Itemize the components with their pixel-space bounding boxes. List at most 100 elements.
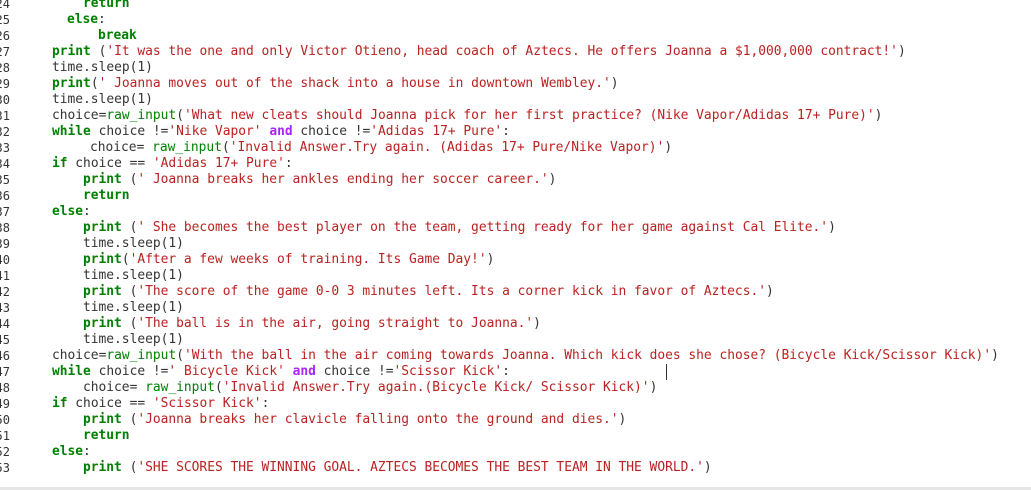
code-line[interactable]: return	[83, 188, 130, 204]
code-token: (	[121, 316, 138, 331]
keyword-token: return	[83, 428, 130, 443]
string-token: 'After a few weeks of training. Its Game…	[129, 252, 487, 267]
string-token: 'Invalid Answer.Try again.(Bicycle Kick/…	[222, 380, 650, 395]
keyword-token: print	[83, 412, 122, 427]
code-line[interactable]: else:	[52, 204, 91, 220]
code-token: time.sleep(1)	[83, 332, 184, 347]
code-line[interactable]: if choice == 'Adidas 17+ Pure':	[52, 156, 293, 172]
code-line[interactable]: print ('The score of the game 0-0 3 minu…	[83, 284, 774, 300]
text-cursor	[666, 364, 667, 380]
string-token: 'SHE SCORES THE WINNING GOAL. AZTECS BEC…	[137, 460, 704, 475]
code-token: (	[176, 348, 184, 363]
code-line[interactable]: print ('SHE SCORES THE WINNING GOAL. AZT…	[83, 460, 712, 476]
code-line[interactable]: choice= raw_input('Invalid Answer.Try ag…	[83, 380, 657, 396]
code-token: (	[176, 108, 184, 123]
code-token: time.sleep(1)	[83, 236, 184, 251]
code-line[interactable]: else:	[67, 12, 106, 28]
string-token: 'Invalid Answer.Try again. (Adidas 17+ P…	[229, 140, 665, 155]
keyword-token: print	[83, 284, 122, 299]
code-line[interactable]: print(' Joanna moves out of the shack in…	[52, 76, 619, 92]
string-token: 'Adidas 17+ Pure'	[152, 156, 285, 171]
code-token: choice !=	[90, 124, 169, 139]
code-token: )	[897, 44, 906, 59]
code-line[interactable]: return	[83, 428, 130, 444]
string-token: 'The score of the game 0-0 3 minutes lef…	[137, 284, 766, 299]
code-token: choice=	[52, 348, 107, 363]
code-token: )	[548, 172, 557, 187]
code-line[interactable]: print('After a few weeks of training. It…	[83, 252, 494, 268]
code-line[interactable]: time.sleep(1)	[83, 300, 184, 316]
code-line[interactable]: choice=raw_input('With the ball in the a…	[52, 348, 999, 364]
code-line[interactable]: print ('The ball is in the air, going st…	[83, 316, 541, 332]
code-token: )	[649, 380, 658, 395]
code-area[interactable]: return else: break print ('It was the one a…	[0, 0, 1031, 490]
code-line[interactable]: while choice !='Nike Vapor' and choice !…	[52, 124, 510, 140]
code-token: choice=	[52, 108, 107, 123]
keyword-token: print	[83, 316, 122, 331]
code-token: :	[261, 396, 270, 411]
code-line[interactable]: while choice !=' Bicycle Kick' and choic…	[52, 364, 510, 380]
code-editor[interactable]: 2425262728293031323334353637383940414243…	[0, 0, 1031, 490]
code-line[interactable]: return	[83, 0, 130, 12]
code-token: )	[664, 140, 673, 155]
keyword-token: print	[52, 44, 91, 59]
string-token: ' She becomes the best player on the tea…	[137, 220, 829, 235]
code-line[interactable]: time.sleep(1)	[52, 60, 153, 76]
code-line[interactable]: if choice == 'Scissor Kick':	[52, 396, 269, 412]
code-line[interactable]: choice= raw_input('Invalid Answer.Try ag…	[90, 140, 672, 156]
keyword-token: while	[52, 364, 91, 379]
builtin-token: raw_input	[145, 380, 215, 395]
string-token: ' Joanna moves out of the shack into a h…	[98, 76, 611, 91]
string-token: 'Adidas 17+ Pure'	[370, 124, 503, 139]
keyword-token: while	[52, 124, 91, 139]
keyword-token: break	[98, 28, 137, 43]
code-token: (	[121, 412, 138, 427]
code-token: :	[98, 12, 106, 27]
operator-token: and	[269, 124, 293, 139]
code-line[interactable]: time.sleep(1)	[83, 268, 184, 284]
code-token: choice !=	[90, 364, 169, 379]
string-token: 'Joanna breaks her clavicle falling onto…	[137, 412, 619, 427]
code-line[interactable]: time.sleep(1)	[83, 332, 184, 348]
code-line[interactable]: choice=raw_input('What new cleats should…	[52, 108, 882, 124]
string-token: 'The ball is in the air, going straight …	[137, 316, 534, 331]
code-token: )	[533, 316, 541, 331]
code-token: (	[214, 380, 223, 395]
code-line[interactable]: break	[98, 28, 137, 44]
code-token: choice=	[83, 380, 146, 395]
code-token: time.sleep(1)	[52, 60, 153, 75]
keyword-token: print	[83, 460, 122, 475]
code-line[interactable]: print ('It was the one and only Victor O…	[52, 44, 906, 60]
code-line[interactable]: else:	[52, 444, 91, 460]
code-token: :	[284, 156, 293, 171]
keyword-token: else	[52, 444, 84, 459]
code-token: choice ==	[67, 396, 153, 411]
code-token: :	[502, 124, 510, 139]
code-line[interactable]: time.sleep(1)	[83, 236, 184, 252]
string-token: ' Joanna breaks her ankles ending her so…	[137, 172, 549, 187]
string-token: 'With the ball in the air coming towards…	[183, 348, 992, 363]
keyword-token: print	[83, 220, 122, 235]
code-line[interactable]: print (' She becomes the best player on …	[83, 220, 836, 236]
code-token: )	[486, 252, 495, 267]
string-token: 'What new cleats should Joanna pick for …	[183, 108, 875, 123]
code-token: )	[610, 76, 619, 91]
code-token: )	[828, 220, 836, 235]
code-line[interactable]: print ('Joanna breaks her clavicle falli…	[83, 412, 626, 428]
code-token: time.sleep(1)	[83, 268, 184, 283]
code-line[interactable]: time.sleep(1)	[52, 92, 153, 108]
code-line[interactable]: print (' Joanna breaks her ankles ending…	[83, 172, 556, 188]
keyword-token: print	[83, 172, 122, 187]
code-token: choice ==	[67, 156, 153, 171]
code-token: (	[121, 252, 130, 267]
code-token: choice !=	[292, 124, 371, 139]
string-token: 'Nike Vapor'	[168, 124, 262, 139]
keyword-token: if	[52, 156, 68, 171]
string-token: 'Scissor Kick'	[152, 396, 262, 411]
code-token: (	[121, 220, 138, 235]
string-token: ' Bicycle Kick'	[168, 364, 285, 379]
code-token: (	[121, 460, 138, 475]
code-token: (	[121, 172, 138, 187]
keyword-token: return	[83, 188, 130, 203]
